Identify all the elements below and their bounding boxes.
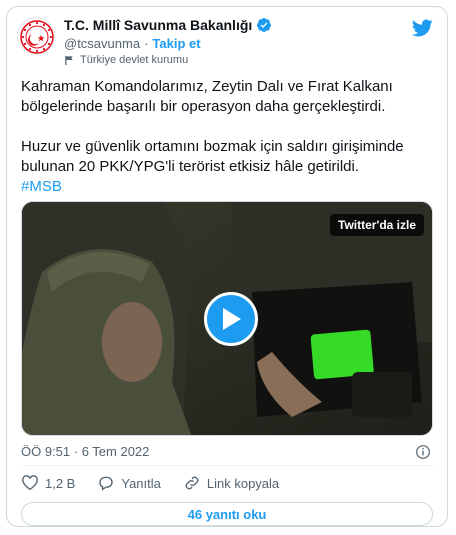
hashtag-link[interactable]: #MSB (21, 178, 62, 195)
reply-bubble-icon (99, 476, 113, 491)
timestamp-text[interactable]: ÖÖ 9:51 · 6 Tem 2022 (21, 444, 149, 459)
play-icon (223, 308, 241, 330)
author-name[interactable]: T.C. Millî Savunma Bakanlığı (64, 17, 252, 33)
copy-link-label: Link kopyala (206, 475, 280, 491)
verified-badge-icon (257, 18, 272, 32)
reply-button[interactable]: Yanıtla (97, 474, 161, 492)
follow-button[interactable]: Takip et (152, 36, 200, 51)
separator-dot: · (144, 36, 149, 51)
video-thumbnail[interactable]: Twitter'da izle (21, 201, 433, 436)
divider (21, 465, 433, 466)
government-flag-icon (65, 55, 73, 65)
author-name-row: T.C. Millî Savunma Bakanlığı (64, 17, 272, 33)
heart-icon (22, 475, 38, 491)
tweet-timestamp[interactable]: ÖÖ 9:51 · 6 Tem 2022 (21, 444, 149, 459)
account-label-row: Türkiye devlet kurumu (64, 54, 188, 66)
watch-on-twitter-label[interactable]: Twitter'da izle (330, 214, 424, 236)
play-button[interactable] (204, 292, 258, 346)
link-icon (185, 476, 199, 490)
tweet-text: Kahraman Komandolarımız, Zeytin Dalı ve … (21, 77, 437, 197)
copy-link-button[interactable]: Link kopyala (183, 474, 279, 492)
account-label: Türkiye devlet kurumu (80, 54, 189, 66)
author-avatar[interactable] (17, 17, 55, 55)
tweet-paragraph-1: Kahraman Komandolarımız, Zeytin Dalı ve … (21, 78, 393, 115)
like-count: 1,2 B (45, 475, 76, 491)
like-button[interactable]: 1,2 B (21, 474, 75, 492)
reply-label: Yanıtla (121, 475, 161, 491)
author-handle[interactable]: @tcsavunma (64, 36, 140, 51)
author-handle-row: @tcsavunma · Takip et (64, 36, 201, 51)
ministry-emblem-icon (20, 20, 54, 54)
tweet-actions: 1,2 B Yanıtla Link kopyala (21, 474, 301, 492)
twitter-bird-icon[interactable] (411, 17, 433, 39)
info-icon[interactable] (415, 444, 431, 460)
tweet-paragraph-2: Huzur ve güvenlik ortamını bozmak için s… (21, 138, 404, 175)
tweet-card: T.C. Millî Savunma Bakanlığı @tcsavunma … (6, 6, 448, 527)
read-replies-button[interactable]: 46 yanıtı oku (21, 502, 433, 526)
